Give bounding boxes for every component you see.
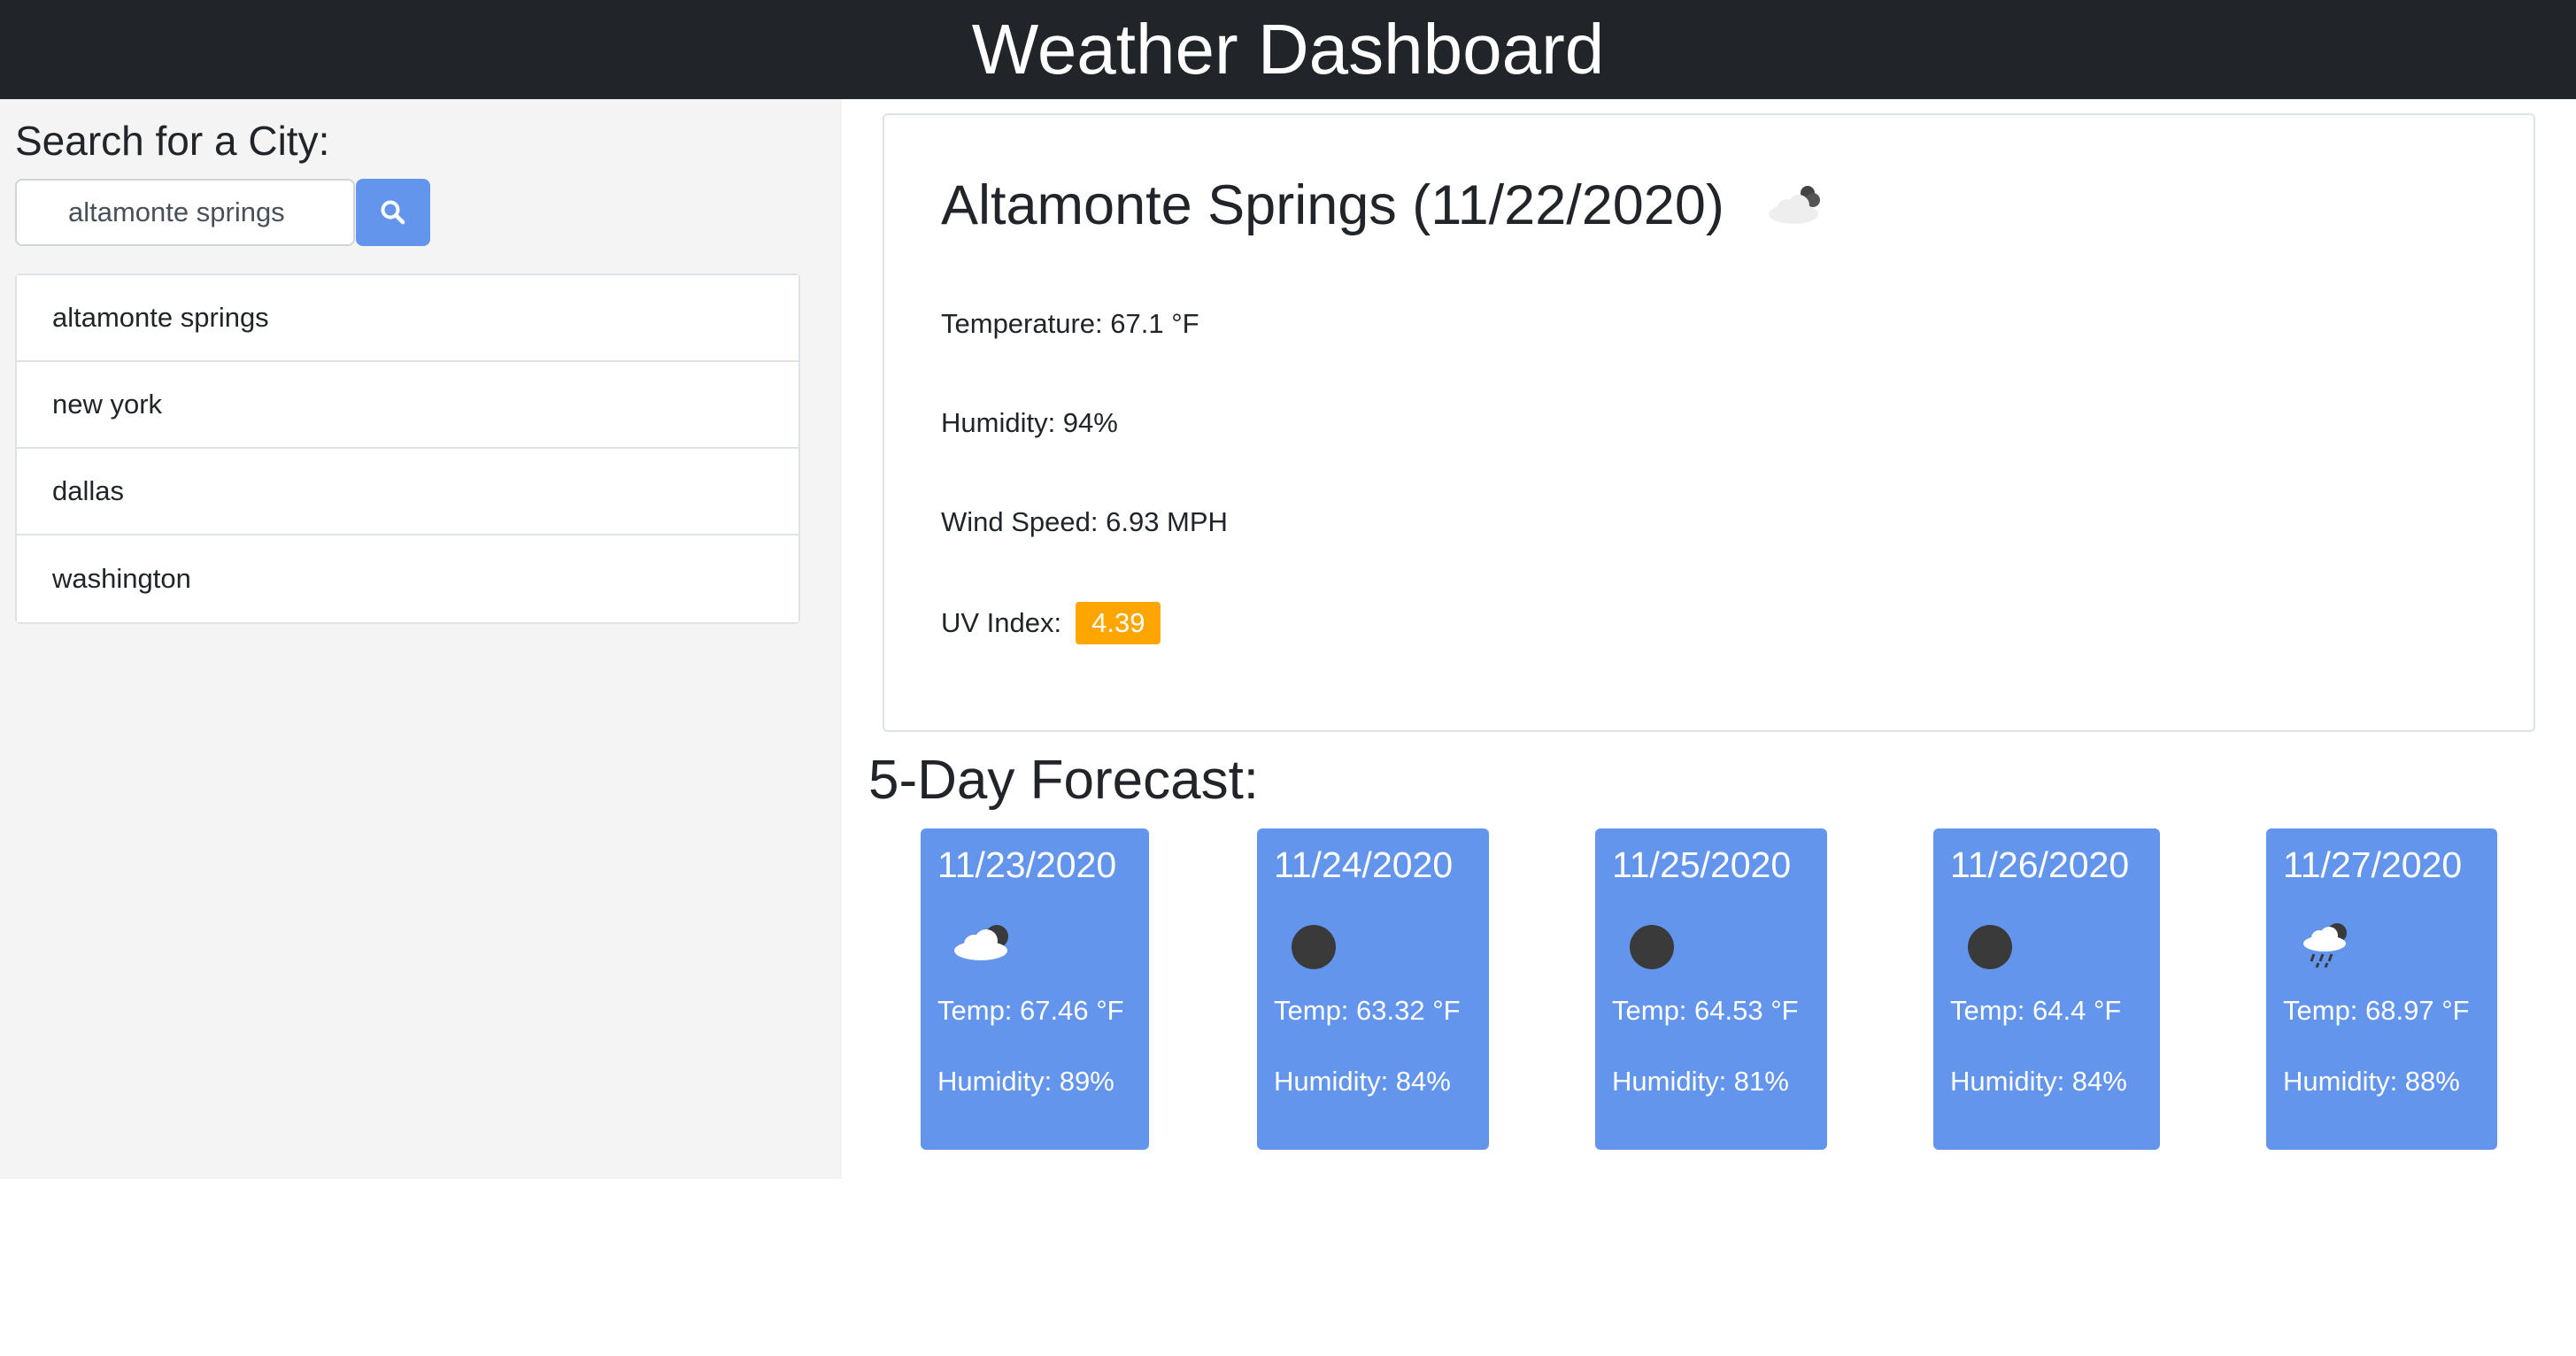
- forecast-temp: Temp: 67.46 °F: [937, 995, 1124, 1026]
- forecast-temp: Temp: 64.4 °F: [1950, 995, 2122, 1026]
- clear-night-icon: [1968, 925, 2012, 969]
- forecast-title: 5-Day Forecast:: [868, 750, 1260, 811]
- cloudy-night-icon: [1768, 186, 1820, 224]
- search-button[interactable]: [356, 179, 430, 246]
- history-item[interactable]: new york: [17, 362, 798, 449]
- current-weather-card: Altamonte Springs (11/22/2020) Temperatu…: [883, 113, 2535, 732]
- current-city-title: Altamonte Springs (11/22/2020): [941, 174, 1724, 236]
- forecast-humidity: Humidity: 84%: [1950, 1066, 2127, 1097]
- forecast-temp: Temp: 68.97 °F: [2283, 995, 2470, 1026]
- search-label: Search for a City:: [15, 118, 330, 164]
- forecast-card: 11/26/2020 Temp: 64.4 °F Humidity: 84%: [1933, 828, 2160, 1150]
- forecast-humidity: Humidity: 81%: [1612, 1066, 1789, 1097]
- uv-index-badge: 4.39: [1076, 602, 1161, 644]
- sidebar: Search for a City: altamonte springs new…: [0, 99, 842, 1179]
- clear-night-icon: [1292, 925, 1336, 969]
- forecast-humidity: Humidity: 89%: [937, 1066, 1114, 1097]
- clear-night-icon: [1630, 925, 1674, 969]
- forecast-date: 11/26/2020: [1950, 844, 2130, 885]
- current-humidity: Humidity: 94%: [941, 407, 1118, 438]
- forecast-date: 11/25/2020: [1612, 844, 1792, 885]
- forecast-card: 11/24/2020 Temp: 63.32 °F Humidity: 84%: [1257, 828, 1489, 1150]
- forecast-date: 11/23/2020: [937, 844, 1117, 885]
- history-item[interactable]: washington: [17, 535, 798, 622]
- forecast-date: 11/24/2020: [1274, 844, 1454, 885]
- current-wind-speed: Wind Speed: 6.93 MPH: [941, 506, 1228, 537]
- current-uv-row: UV Index: 4.39: [941, 602, 1161, 644]
- current-city-heading: Altamonte Springs (11/22/2020): [941, 173, 1832, 237]
- rain-night-icon: [2303, 923, 2347, 968]
- history-item[interactable]: dallas: [17, 449, 798, 535]
- search-input[interactable]: [15, 179, 355, 246]
- forecast-card: 11/27/2020 Temp: 68.97 °F Humidity: 88%: [2266, 828, 2497, 1150]
- forecast-temp: Temp: 64.53 °F: [1612, 995, 1799, 1026]
- forecast-humidity: Humidity: 88%: [2283, 1066, 2460, 1097]
- search-icon: [381, 200, 405, 225]
- forecast-card: 11/25/2020 Temp: 64.53 °F Humidity: 81%: [1595, 828, 1827, 1150]
- forecast-date: 11/27/2020: [2283, 844, 2463, 885]
- search-history-list: altamonte springs new york dallas washin…: [15, 274, 800, 624]
- partly-cloudy-night-icon: [954, 925, 1008, 960]
- forecast-temp: Temp: 63.32 °F: [1274, 995, 1461, 1026]
- forecast-card: 11/23/2020 Temp: 67.46 °F Humidity: 89%: [921, 828, 1149, 1150]
- app-header: Weather Dashboard: [0, 0, 2576, 99]
- page-title: Weather Dashboard: [971, 10, 1605, 89]
- current-temperature: Temperature: 67.1 °F: [941, 308, 1199, 339]
- uv-label: UV Index:: [941, 607, 1062, 638]
- forecast-humidity: Humidity: 84%: [1274, 1066, 1451, 1097]
- history-item[interactable]: altamonte springs: [17, 275, 798, 362]
